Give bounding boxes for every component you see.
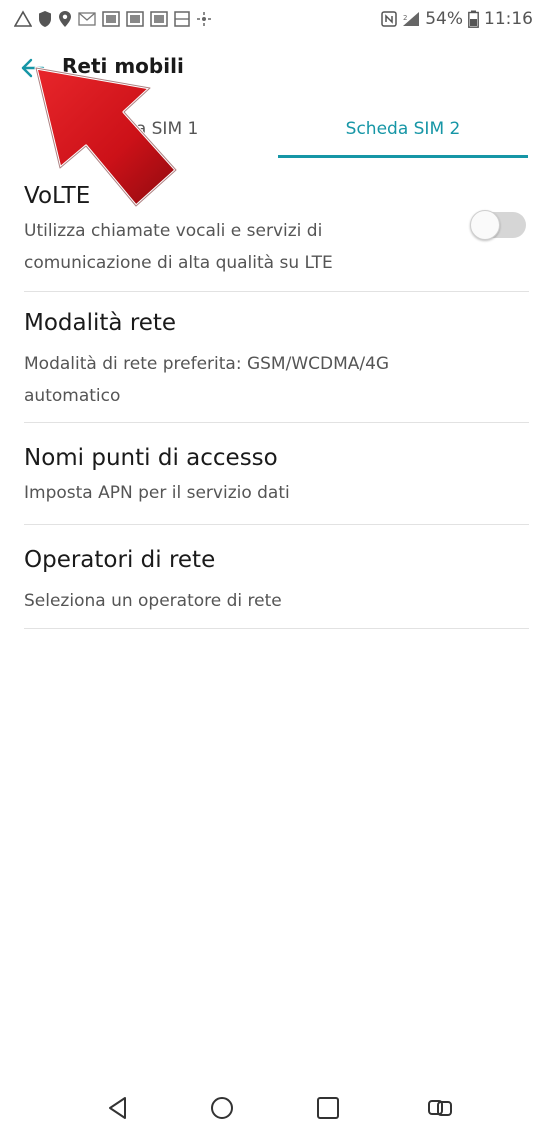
setting-title: Operatori di rete bbox=[24, 547, 216, 573]
dual-window-icon bbox=[420, 1088, 460, 1128]
nfc-icon bbox=[381, 11, 397, 27]
sync-icon bbox=[196, 11, 212, 27]
back-triangle-icon bbox=[98, 1088, 138, 1128]
status-bar: 2 54% 11:16 bbox=[0, 0, 545, 40]
gallery-icon bbox=[102, 11, 120, 27]
nav-home-button[interactable] bbox=[202, 1088, 242, 1128]
page-title: Reti mobili bbox=[62, 54, 184, 78]
setting-network-operators[interactable]: Operatori di rete Seleziona un operatore… bbox=[0, 525, 545, 627]
tab-sim1[interactable]: Scheda SIM 1 bbox=[16, 100, 266, 158]
setting-summary: Imposta APN per il servizio dati bbox=[24, 483, 290, 503]
nav-dual-window-button[interactable] bbox=[420, 1088, 460, 1128]
home-circle-icon bbox=[202, 1088, 242, 1128]
setting-title: Nomi punti di accesso bbox=[24, 445, 278, 471]
nav-recents-button[interactable] bbox=[308, 1088, 348, 1128]
clock: 11:16 bbox=[484, 9, 533, 29]
svg-text:2: 2 bbox=[403, 14, 407, 22]
arrow-left-icon bbox=[14, 58, 50, 90]
screen: 2 54% 11:16 Reti mobili Scheda SIM 1 Sch… bbox=[0, 0, 545, 1136]
divider bbox=[24, 628, 529, 629]
battery-icon bbox=[468, 10, 479, 28]
setting-summary: Seleziona un operatore di rete bbox=[24, 591, 282, 611]
navigation-bar bbox=[0, 1080, 545, 1136]
gallery-icon bbox=[150, 11, 168, 27]
email-icon bbox=[78, 12, 96, 26]
setting-network-mode[interactable]: Modalità rete Modalità di rete preferita… bbox=[0, 292, 545, 422]
system-status: 2 54% 11:16 bbox=[381, 8, 533, 30]
battery-percent: 54% bbox=[425, 9, 463, 29]
tab-indicator bbox=[278, 155, 528, 158]
setting-volte[interactable]: VoLTE Utilizza chiamate vocali e servizi… bbox=[0, 175, 545, 290]
nav-back-button[interactable] bbox=[98, 1088, 138, 1128]
setting-summary: Utilizza chiamate vocali e servizi di co… bbox=[24, 221, 333, 273]
tab-sim2[interactable]: Scheda SIM 2 bbox=[278, 100, 528, 158]
setting-title: VoLTE bbox=[24, 183, 91, 209]
setting-summary: Modalità di rete preferita: GSM/WCDMA/4G… bbox=[24, 354, 390, 406]
setting-access-point-names[interactable]: Nomi punti di accesso Imposta APN per il… bbox=[0, 423, 545, 523]
sim-tabs: Scheda SIM 1 Scheda SIM 2 bbox=[0, 100, 545, 160]
toggle-knob bbox=[470, 210, 500, 240]
notification-icons bbox=[14, 8, 212, 30]
location-icon bbox=[58, 10, 72, 28]
volte-toggle[interactable] bbox=[470, 210, 526, 240]
setting-title: Modalità rete bbox=[24, 310, 177, 336]
shield-icon bbox=[38, 10, 52, 28]
signal-icon: 2 bbox=[402, 11, 420, 27]
recents-square-icon bbox=[308, 1088, 348, 1128]
back-button[interactable] bbox=[14, 50, 50, 86]
warning-icon bbox=[14, 10, 32, 28]
app-bar: Reti mobili bbox=[0, 40, 545, 96]
screenshot-icon bbox=[174, 11, 190, 27]
gallery-icon bbox=[126, 11, 144, 27]
